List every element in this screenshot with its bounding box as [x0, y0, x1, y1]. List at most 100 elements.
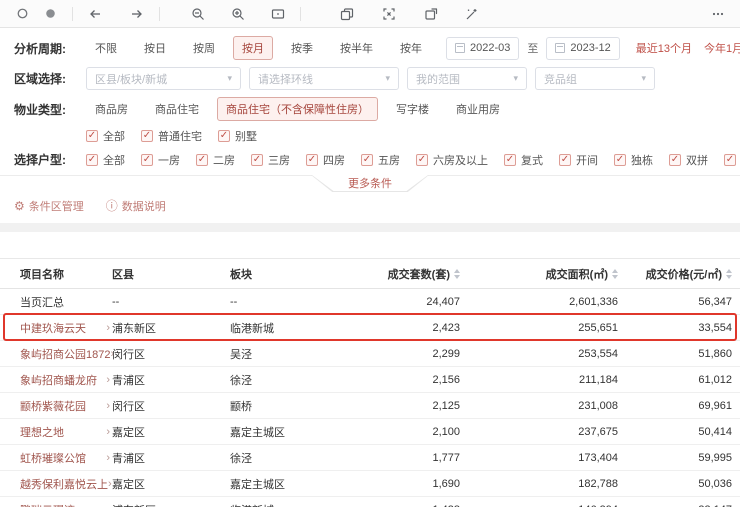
- period-option[interactable]: 按日: [135, 36, 175, 60]
- spacer: [0, 232, 740, 258]
- new-window-icon[interactable]: [419, 3, 443, 25]
- checkbox-icon: ✓: [724, 154, 736, 166]
- period-option[interactable]: 按周: [184, 36, 224, 60]
- caret-down-icon: ▾: [513, 73, 518, 84]
- chevron-right-icon[interactable]: ›: [106, 400, 110, 412]
- table-row: 象屿招商公园1872›闵行区吴泾2,299253,55451,860: [0, 341, 740, 367]
- zoom-out-icon[interactable]: [186, 3, 210, 25]
- period-options: 不限按日按周按月按季按半年按年: [86, 36, 440, 60]
- unit-type-checkbox[interactable]: ✓全部: [86, 152, 125, 168]
- project-name-link[interactable]: 鹏瑞云璟湾: [20, 502, 75, 507]
- deals-cell: 2,423: [358, 322, 460, 334]
- period-option[interactable]: 不限: [86, 36, 126, 60]
- unit-type-checkbox-label: 一房: [158, 152, 180, 168]
- unit-type-checkbox[interactable]: ✓四房: [306, 152, 345, 168]
- region-dropdown[interactable]: 请选择环线▾: [249, 67, 399, 90]
- record-circle-filled-icon[interactable]: [38, 3, 62, 25]
- unit-type-checkbox[interactable]: ✓三房: [251, 152, 290, 168]
- select-region-icon[interactable]: [377, 3, 401, 25]
- unit-type-checkbox[interactable]: ✓二房: [196, 152, 235, 168]
- region-dropdown[interactable]: 竞品组▾: [535, 67, 655, 90]
- unit-type-checkbox[interactable]: ✓联排: [724, 152, 740, 168]
- deals-cell: 24,407: [358, 296, 460, 308]
- board-cell: --: [230, 296, 358, 308]
- table-row: 当页汇总----24,4072,601,33656,347: [0, 289, 740, 315]
- unit-type-checkbox-label: 开间: [576, 152, 598, 168]
- unit-type-checkbox[interactable]: ✓五房: [361, 152, 400, 168]
- unit-type-checkbox[interactable]: ✓一房: [141, 152, 180, 168]
- quick-link[interactable]: 今年1月~本月: [704, 40, 740, 56]
- data-notes-link[interactable]: ⓘ数据说明: [106, 197, 166, 214]
- more-menu-icon[interactable]: [706, 3, 730, 25]
- region-dropdown[interactable]: 区县/板块/新城▾: [86, 67, 241, 90]
- project-name-link[interactable]: 虹桥璀璨公馆: [20, 450, 86, 466]
- project-name-cell: 象屿招商蟠龙府 ›: [0, 372, 112, 388]
- sub-type-checkbox[interactable]: ✓别墅: [218, 128, 257, 144]
- column-header: 成交套数(套): [358, 266, 460, 282]
- date-to-input[interactable]: 2023-12: [546, 37, 619, 60]
- unit-type-checkbox[interactable]: ✓开间: [559, 152, 598, 168]
- unit-type-checkbox[interactable]: ✓双拼: [669, 152, 708, 168]
- price-cell: 61,012: [618, 374, 732, 386]
- period-option[interactable]: 按月: [233, 36, 273, 60]
- deals-cell: 2,299: [358, 348, 460, 360]
- chevron-right-icon[interactable]: ›: [106, 452, 110, 464]
- project-name-link[interactable]: 象屿招商蟠龙府: [20, 372, 97, 388]
- property-option[interactable]: 写字楼: [387, 97, 438, 121]
- checkbox-icon: ✓: [504, 154, 516, 166]
- column-header-label: 成交价格(元/㎡): [646, 266, 722, 282]
- period-option[interactable]: 按半年: [331, 36, 382, 60]
- toolbar-divider: [72, 7, 73, 21]
- property-option[interactable]: 商品住宅: [146, 97, 208, 121]
- deals-cell: 1,438: [358, 504, 460, 507]
- project-name-link[interactable]: 理想之地: [20, 424, 64, 440]
- forward-arrow-icon[interactable]: [125, 3, 149, 25]
- checkbox-icon: ✓: [196, 154, 208, 166]
- sort-asc-icon: [726, 269, 732, 273]
- district-cell: 青浦区: [112, 372, 230, 388]
- period-option[interactable]: 按年: [391, 36, 431, 60]
- property-option[interactable]: 商品住宅（不含保障性住房）: [217, 97, 378, 121]
- column-header-label: 区县: [112, 266, 134, 282]
- district-cell: 浦东新区: [112, 502, 230, 507]
- back-arrow-icon[interactable]: [83, 3, 107, 25]
- board-cell: 临港新城: [230, 502, 358, 507]
- period-option[interactable]: 按季: [282, 36, 322, 60]
- more-conditions-label: 更多条件: [312, 175, 428, 191]
- unit-type-checkbox-label: 五房: [378, 152, 400, 168]
- overlap-windows-icon[interactable]: [335, 3, 359, 25]
- property-option[interactable]: 商业用房: [447, 97, 509, 121]
- quick-link[interactable]: 最近13个月: [636, 40, 692, 56]
- more-conditions-tab[interactable]: 更多条件: [311, 175, 429, 192]
- chevron-right-icon[interactable]: ›: [106, 322, 110, 334]
- project-name-link[interactable]: 象屿招商公园1872: [20, 346, 110, 362]
- browser-toolbar: [0, 0, 740, 28]
- sort-desc-icon: [726, 275, 732, 279]
- price-cell: 69,961: [618, 400, 732, 412]
- column-header-label: 成交面积(㎡): [546, 266, 608, 282]
- chevron-right-icon[interactable]: ›: [106, 504, 110, 507]
- magic-wand-icon[interactable]: [459, 3, 483, 25]
- zoom-in-icon[interactable]: [226, 3, 250, 25]
- area-cell: 2,601,336: [460, 296, 618, 308]
- unit-type-checkbox[interactable]: ✓独栋: [614, 152, 653, 168]
- date-from-input[interactable]: 2022-03: [446, 37, 519, 60]
- unit-type-checkbox[interactable]: ✓复式: [504, 152, 543, 168]
- record-circle-icon[interactable]: [10, 3, 34, 25]
- manage-conditions-link[interactable]: ⚙条件区管理: [14, 198, 84, 214]
- chevron-right-icon[interactable]: ›: [106, 374, 110, 386]
- sub-type-checkbox[interactable]: ✓全部: [86, 128, 125, 144]
- project-name-link[interactable]: 中建玖海云天: [20, 320, 86, 336]
- unit-type-checkbox[interactable]: ✓六房及以上: [416, 152, 488, 168]
- sort-icon[interactable]: [726, 269, 732, 279]
- fit-screen-icon[interactable]: [266, 3, 290, 25]
- table-row: 中建玖海云天›浦东新区临港新城2,423255,65133,554: [0, 315, 740, 341]
- property-option[interactable]: 商品房: [86, 97, 137, 121]
- unit-type-checkbox-label: 双拼: [686, 152, 708, 168]
- project-name-link[interactable]: 越秀保利嘉悦云上: [20, 476, 108, 492]
- project-name-link[interactable]: 颛桥紫薇花园: [20, 398, 86, 414]
- sub-type-checkbox[interactable]: ✓普通住宅: [141, 128, 202, 144]
- chevron-right-icon[interactable]: ›: [106, 426, 110, 438]
- region-dropdown[interactable]: 我的范围▾: [407, 67, 527, 90]
- sub-type-checkboxes: ✓全部 ✓普通住宅 ✓别墅: [86, 128, 273, 144]
